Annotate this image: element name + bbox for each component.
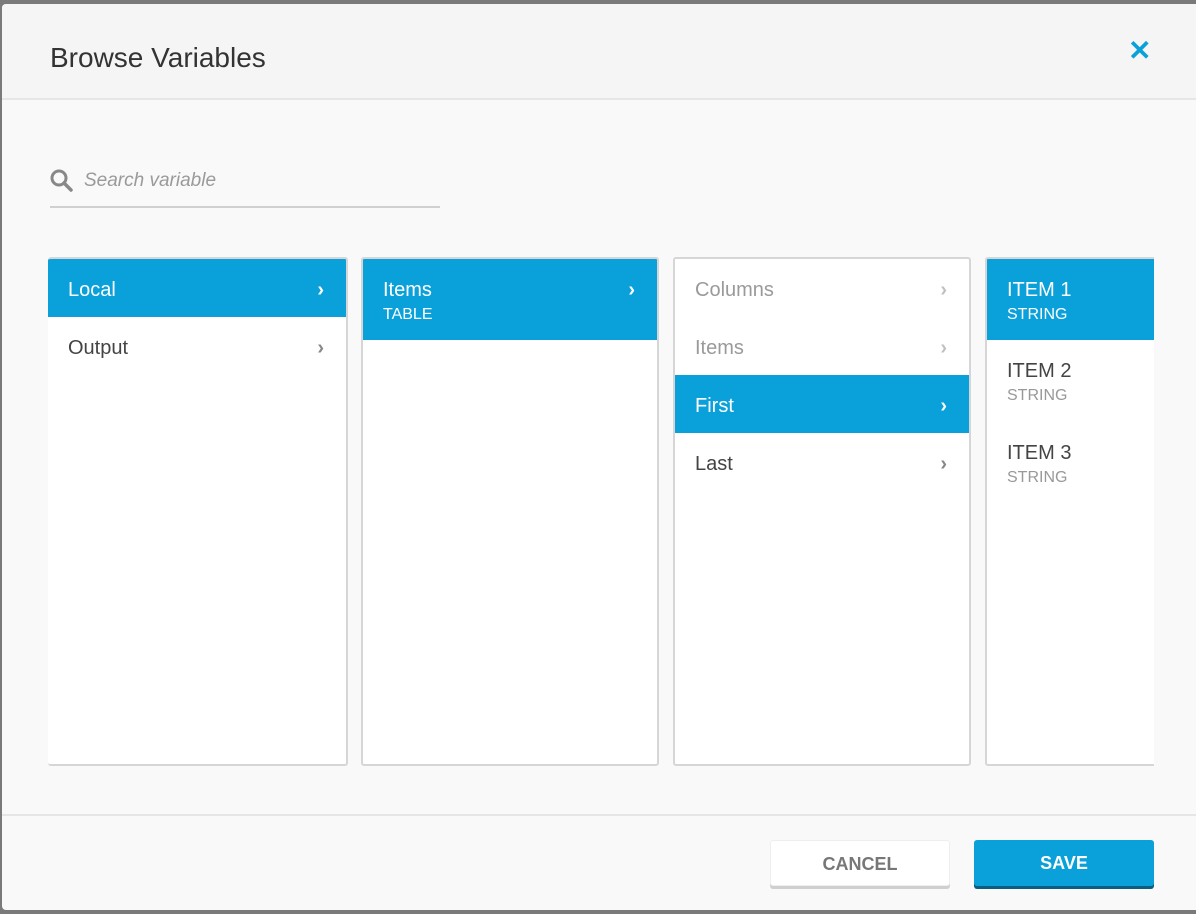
dialog-header: Browse Variables ✕ — [2, 4, 1196, 100]
list-item-item-3[interactable]: ITEM 3 STRING — [987, 422, 1175, 503]
list-item-item-1[interactable]: ITEM 1 STRING — [987, 259, 1175, 340]
close-icon[interactable]: ✕ — [1128, 34, 1151, 67]
list-item-items[interactable]: Items TABLE › — [363, 259, 657, 340]
search-field — [50, 164, 440, 208]
column-clip — [1154, 254, 1196, 774]
column-fields: ITEM 1 STRING ITEM 2 STRING ITEM 3 STRING — [985, 257, 1175, 766]
dialog-footer: CANCEL SAVE — [2, 814, 1196, 910]
list-item-local[interactable]: Local › — [48, 259, 346, 317]
save-button[interactable]: SAVE — [974, 840, 1154, 886]
list-item-last[interactable]: Last › — [675, 433, 969, 491]
list-item-output[interactable]: Output › — [48, 317, 346, 375]
search-input[interactable] — [84, 166, 424, 196]
chevron-right-icon: › — [317, 337, 324, 359]
list-item-items: Items › — [695, 337, 947, 359]
search-icon — [50, 169, 73, 192]
chevron-right-icon: › — [940, 279, 947, 301]
browse-variables-dialog: Browse Variables ✕ Local› Output› ItemsT… — [2, 4, 1196, 910]
chevron-right-icon: › — [940, 453, 947, 475]
chevron-right-icon: › — [628, 279, 635, 301]
chevron-right-icon: › — [317, 279, 324, 301]
column-scope: Local › Output › — [48, 257, 348, 766]
list-item-first[interactable]: First › — [675, 375, 969, 433]
column-variables: Items TABLE › — [361, 257, 659, 766]
dialog-title: Browse Variables — [50, 42, 266, 73]
cancel-button[interactable]: CANCEL — [770, 840, 950, 886]
column-properties: Columns › Items › First › Last › — [673, 257, 971, 766]
chevron-right-icon: › — [940, 395, 947, 417]
chevron-right-icon: › — [940, 337, 947, 359]
list-item-columns: Columns › — [695, 279, 947, 301]
list-item-item-2[interactable]: ITEM 2 STRING — [987, 340, 1175, 422]
